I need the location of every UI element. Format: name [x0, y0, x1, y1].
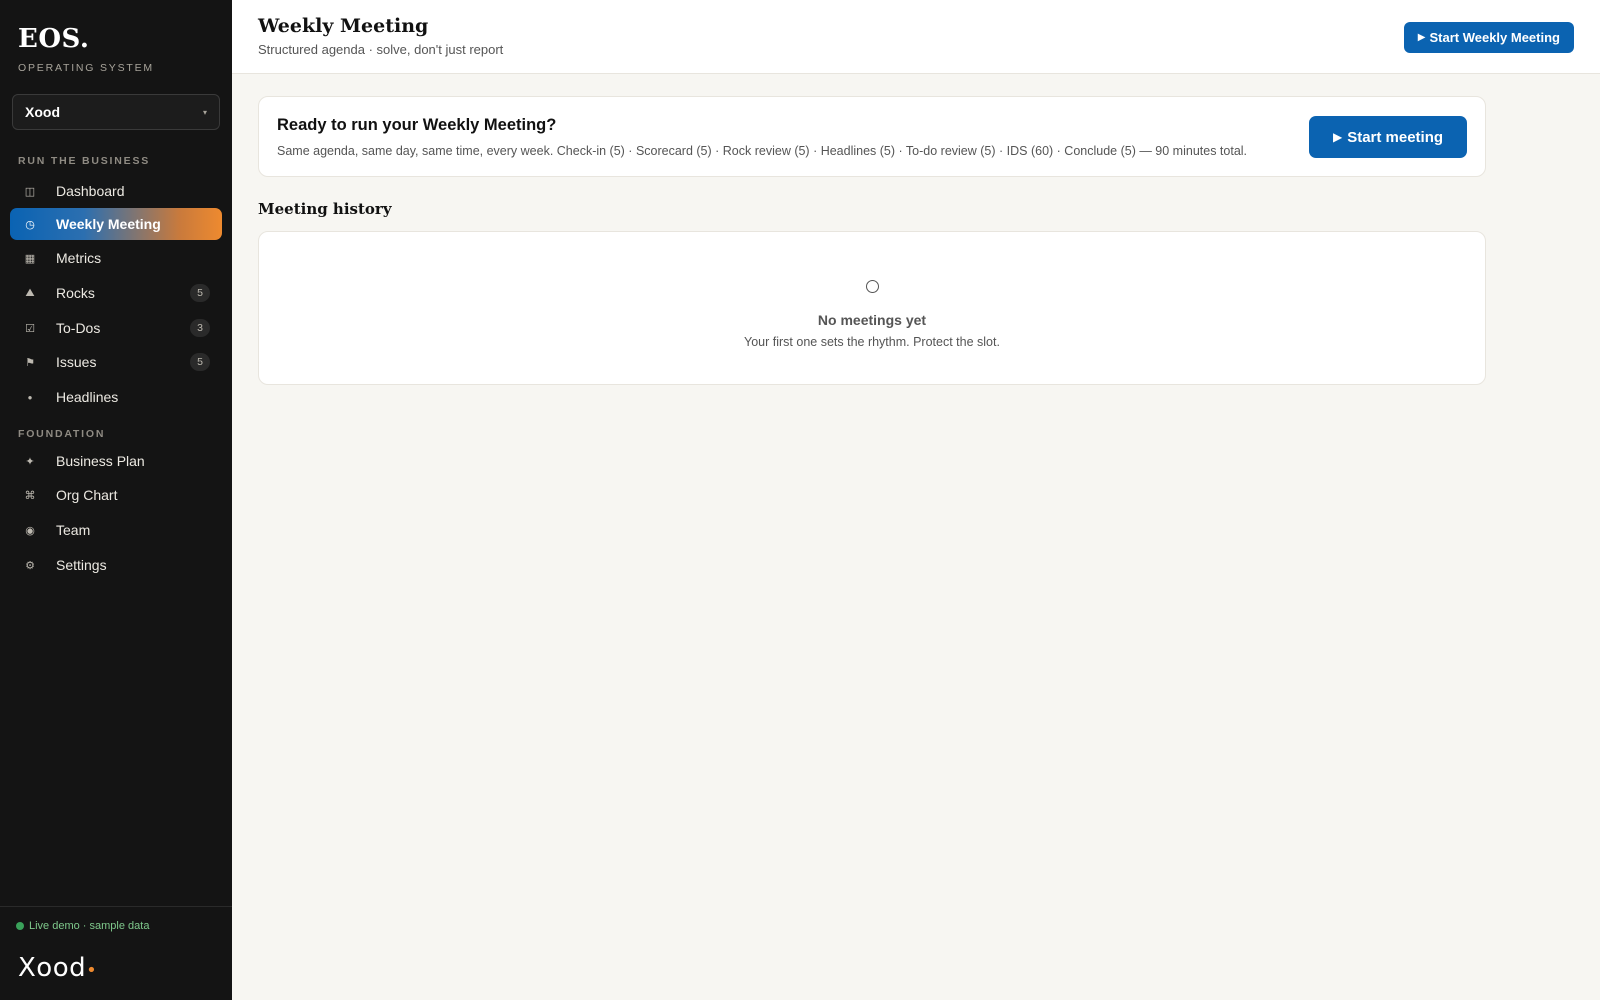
empty-state-title: No meetings yet: [817, 312, 927, 328]
sidebar-item-label: Headlines: [56, 389, 119, 405]
sidebar-item-headlines[interactable]: ● Headlines: [10, 381, 222, 413]
brand: EOS. OPERATING SYSTEM: [18, 24, 154, 74]
empty-circle-icon: [866, 280, 879, 293]
sidebar-item-to-dos[interactable]: ☑ To-Dos 3: [10, 312, 222, 344]
sidebar-item-issues[interactable]: ⚑ Issues 5: [10, 346, 222, 378]
star-icon: ✦: [25, 455, 35, 468]
ready-title: Ready to run your Weekly Meeting?: [277, 116, 557, 134]
sidebar-item-label: Weekly Meeting: [56, 216, 161, 232]
count-badge: 5: [190, 353, 210, 371]
sidebar-item-weekly-meeting[interactable]: ◷ Weekly Meeting: [10, 208, 222, 240]
history-title: Meeting history: [258, 200, 392, 218]
sidebar-item-label: Rocks: [56, 285, 95, 301]
flag-icon: ⚑: [25, 356, 35, 369]
sidebar: EOS. OPERATING SYSTEM Xood ▾ RUN THE BUS…: [0, 0, 232, 1000]
play-icon: ▶: [1417, 32, 1426, 43]
org-select[interactable]: Xood ▾: [12, 94, 220, 130]
org-select-value: Xood: [25, 104, 60, 120]
sidebar-footer: Live demo · sample data Xood•: [0, 906, 232, 1000]
sidebar-item-label: Org Chart: [56, 487, 118, 503]
brand-subtitle: OPERATING SYSTEM: [18, 62, 154, 74]
sidebar-item-rocks[interactable]: ⛰ Rocks 5: [10, 277, 222, 309]
sidebar-item-metrics[interactable]: ▦ Metrics: [10, 242, 222, 274]
gear-icon: ⚙: [25, 559, 35, 572]
page-title: Weekly Meeting: [258, 15, 429, 37]
logo-text: Xood: [18, 953, 87, 983]
org-chart-icon: ⌘: [24, 489, 36, 502]
play-icon: ▶: [1332, 130, 1343, 144]
sidebar-item-label: Business Plan: [56, 453, 145, 469]
sidebar-item-label: Settings: [56, 557, 107, 573]
mountain-icon: ⛰: [25, 286, 35, 299]
sidebar-item-label: Team: [56, 522, 91, 538]
section-label-foundation: FOUNDATION: [18, 428, 106, 440]
sidebar-item-label: Dashboard: [56, 183, 125, 199]
start-meeting-button[interactable]: ▶ Start meeting: [1309, 116, 1467, 158]
clock-icon: ◷: [25, 218, 35, 231]
live-dot-icon: [16, 922, 24, 930]
ready-description: Same agenda, same day, same time, every …: [277, 144, 1248, 158]
sidebar-item-org-chart[interactable]: ⌘ Org Chart: [10, 479, 222, 511]
sidebar-item-dashboard[interactable]: ◫ Dashboard: [10, 175, 222, 207]
page-subtitle: Structured agenda · solve, don't just re…: [258, 42, 504, 57]
live-status-text: Live demo · sample data: [29, 920, 150, 932]
start-meeting-label: Start meeting: [1347, 128, 1444, 146]
start-weekly-meeting-label: Start Weekly Meeting: [1429, 30, 1560, 45]
sidebar-item-business-plan[interactable]: ✦ Business Plan: [10, 445, 222, 477]
checkbox-icon: ☑: [25, 322, 35, 335]
count-badge: 5: [190, 284, 210, 302]
sidebar-item-label: Issues: [56, 354, 97, 370]
grid-icon: ▦: [24, 252, 36, 265]
sidebar-item-label: Metrics: [56, 250, 102, 266]
dashboard-icon: ◫: [24, 185, 36, 198]
count-badge: 3: [190, 319, 210, 337]
section-label-run-the-business: RUN THE BUSINESS: [18, 155, 151, 167]
sidebar-item-label: To-Dos: [56, 320, 101, 336]
megaphone-icon: ●: [27, 392, 33, 402]
team-icon: ◉: [25, 524, 35, 537]
sidebar-item-team[interactable]: ◉ Team: [10, 514, 222, 546]
logo-dot-icon: •: [86, 960, 98, 981]
start-weekly-meeting-button[interactable]: ▶ Start Weekly Meeting: [1403, 22, 1574, 53]
chevron-down-icon: ▾: [202, 107, 207, 117]
xood-logo: Xood•: [18, 953, 97, 983]
ready-card: Ready to run your Weekly Meeting? Same a…: [258, 96, 1486, 177]
empty-state-subtitle: Your first one sets the rhythm. Protect …: [744, 335, 1000, 349]
live-status: Live demo · sample data: [16, 920, 149, 932]
page-header: Weekly Meeting Structured agenda · solve…: [232, 0, 1600, 74]
sidebar-item-settings[interactable]: ⚙ Settings: [10, 549, 222, 581]
history-card: No meetings yet Your first one sets the …: [258, 231, 1486, 385]
brand-name: EOS.: [18, 24, 90, 54]
